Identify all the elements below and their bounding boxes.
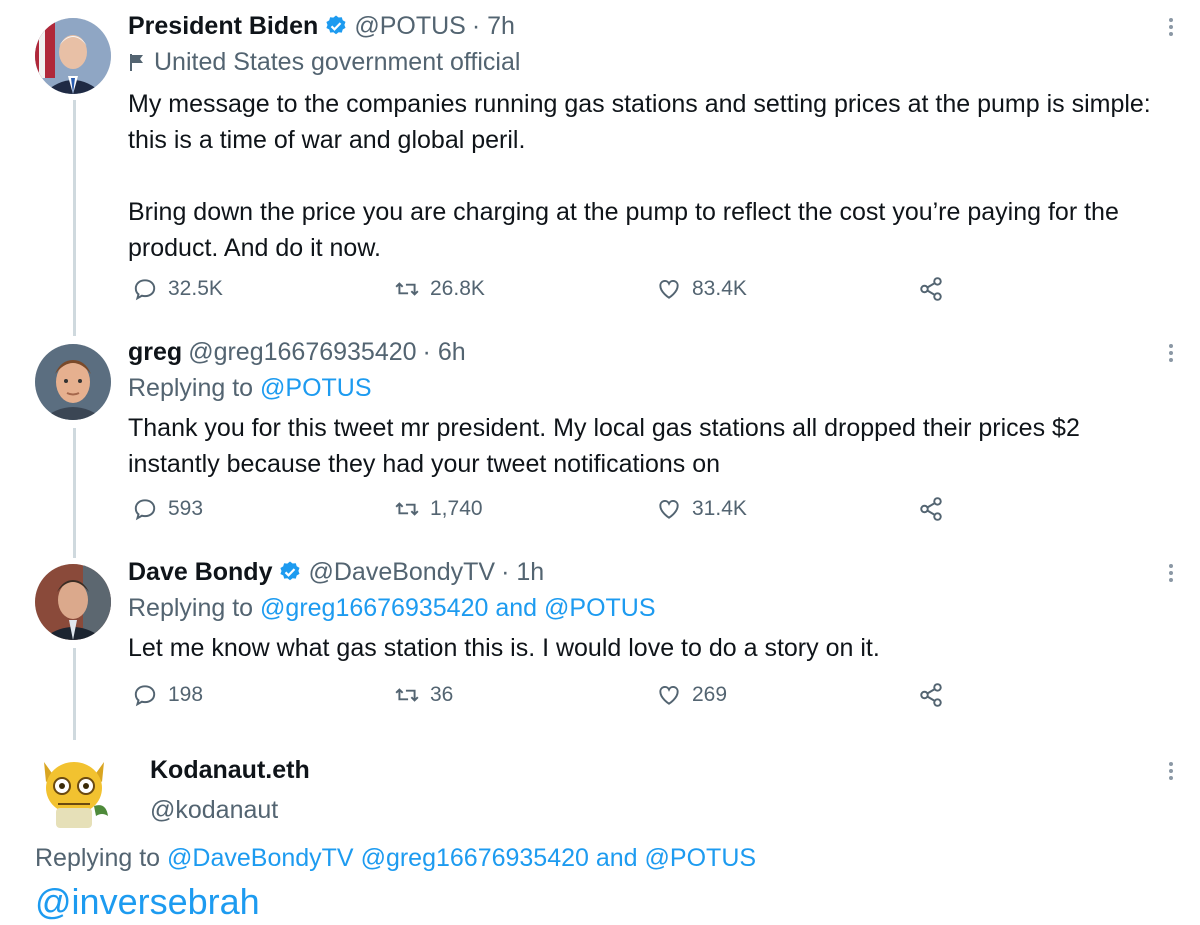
share-button[interactable] — [918, 682, 944, 708]
share-button[interactable] — [918, 276, 944, 302]
share-icon — [920, 277, 942, 301]
replying-to-label: Replying to — [35, 844, 161, 872]
reply-text-input[interactable]: @inversebrah — [35, 880, 260, 924]
verified-badge-icon — [280, 561, 300, 581]
like-button[interactable]: 83.4K — [656, 276, 747, 302]
tweet[interactable]: greg @greg16676935420 · 6h Replying to @… — [0, 330, 1200, 550]
reply-button[interactable]: 198 — [132, 682, 203, 708]
tweet-time[interactable]: · 7h — [472, 10, 515, 42]
like-icon — [659, 280, 679, 299]
more-icon[interactable] — [1168, 342, 1174, 364]
author-handle[interactable]: @DaveBondyTV — [308, 556, 495, 588]
mention-link[interactable]: @DaveBondyTV — [167, 844, 354, 872]
mention-link[interactable]: @POTUS — [544, 594, 656, 622]
reply-icon — [134, 499, 156, 521]
share-button[interactable] — [918, 496, 944, 522]
share-icon — [920, 497, 942, 521]
mention-link[interactable]: @greg16676935420 — [361, 844, 589, 872]
like-icon — [659, 686, 679, 705]
author-handle: @kodanaut — [150, 796, 279, 824]
like-icon — [659, 500, 679, 519]
more-icon[interactable] — [1168, 760, 1174, 782]
like-button[interactable]: 31.4K — [656, 496, 747, 522]
more-icon[interactable] — [1168, 562, 1174, 584]
avatar[interactable] — [35, 564, 111, 640]
mention-link[interactable]: @POTUS — [645, 844, 757, 872]
author-name[interactable]: President Biden — [128, 10, 318, 42]
verified-badge-icon — [326, 15, 346, 35]
retweet-icon — [395, 688, 419, 702]
compose-reply[interactable]: Kodanaut.eth @kodanaut Replying to @Dave… — [0, 740, 1200, 925]
retweet-button[interactable]: 36 — [394, 682, 453, 708]
reply-button[interactable]: 593 — [132, 496, 203, 522]
like-button[interactable]: 269 — [656, 682, 727, 708]
flag-icon — [130, 54, 143, 71]
replying-to-label: Replying to — [128, 374, 254, 402]
replying-and-label: and — [495, 594, 538, 622]
more-icon[interactable] — [1168, 16, 1174, 38]
tweet-time[interactable]: · 6h — [423, 336, 466, 368]
author-handle[interactable]: @greg16676935420 — [188, 336, 416, 368]
retweet-button[interactable]: 1,740 — [394, 496, 483, 522]
tweet[interactable]: Dave Bondy @DaveBondyTV · 1h Replying to… — [0, 550, 1200, 740]
replying-and-label: and — [595, 844, 638, 872]
author-name[interactable]: Dave Bondy — [128, 556, 272, 588]
share-icon — [920, 683, 942, 707]
reply-icon — [134, 685, 156, 707]
author-handle[interactable]: @POTUS — [354, 10, 466, 42]
account-label: United States government official — [154, 48, 521, 76]
avatar[interactable] — [35, 344, 111, 420]
tweet[interactable]: President Biden @POTUS · 7h United State… — [0, 0, 1200, 330]
mention-link[interactable]: @greg16676935420 — [260, 594, 488, 622]
reply-icon — [134, 279, 156, 301]
retweet-button[interactable]: 26.8K — [394, 276, 485, 302]
retweet-icon — [395, 502, 419, 516]
author-name[interactable]: greg — [128, 336, 182, 368]
tweet-text: My message to the companies running gas … — [128, 90, 1151, 262]
retweet-icon — [395, 282, 419, 296]
replying-to-line: Replying to @DaveBondyTV @greg1667693542… — [35, 840, 756, 876]
replying-to-label: Replying to — [128, 594, 254, 622]
author-name: Kodanaut.eth — [150, 756, 310, 784]
avatar[interactable] — [32, 746, 116, 830]
tweet-time[interactable]: · 1h — [501, 556, 544, 588]
tweet-text: Thank you for this tweet mr president. M… — [128, 414, 1080, 478]
tweet-text: Let me know what gas station this is. I … — [128, 634, 880, 662]
mention-link[interactable]: @POTUS — [260, 374, 372, 402]
reply-button[interactable]: 32.5K — [132, 276, 223, 302]
avatar[interactable] — [35, 18, 111, 94]
